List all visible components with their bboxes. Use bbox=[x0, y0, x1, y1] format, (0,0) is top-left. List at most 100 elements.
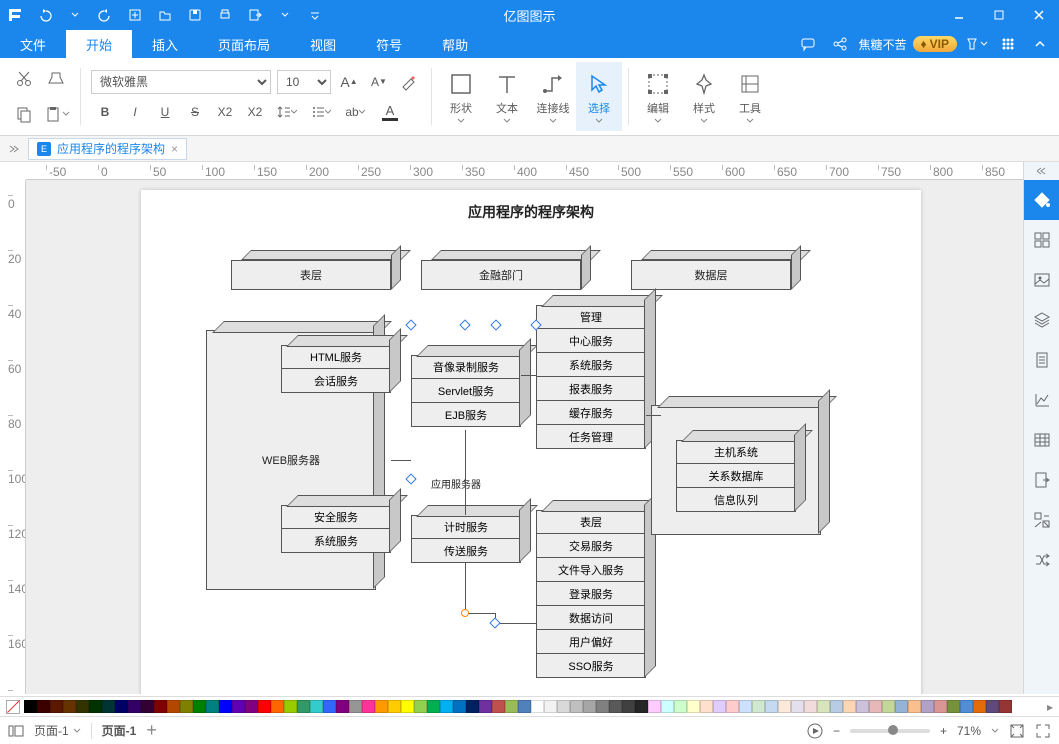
vip-badge[interactable]: ♦VIP bbox=[913, 36, 957, 52]
stack-web-1[interactable]: HTML服务 会话服务 bbox=[281, 345, 391, 393]
increase-font-button[interactable]: A▲ bbox=[337, 70, 361, 94]
nofill-swatch[interactable] bbox=[6, 700, 20, 714]
qat-customize[interactable] bbox=[300, 0, 330, 30]
color-swatch[interactable] bbox=[531, 700, 544, 713]
line-spacing-button[interactable] bbox=[271, 100, 303, 124]
save-button[interactable] bbox=[180, 0, 210, 30]
share-icon[interactable] bbox=[827, 31, 853, 57]
stack-host[interactable]: 主机系统 关系数据库 信息队列 bbox=[676, 440, 796, 512]
subscript-button[interactable]: X2 bbox=[241, 100, 269, 124]
color-swatch[interactable] bbox=[323, 700, 336, 713]
color-swatch[interactable] bbox=[726, 700, 739, 713]
format-painter-button[interactable] bbox=[44, 67, 70, 91]
color-swatch[interactable] bbox=[843, 700, 856, 713]
color-swatch[interactable] bbox=[37, 700, 50, 713]
color-swatch[interactable] bbox=[63, 700, 76, 713]
color-swatch[interactable] bbox=[258, 700, 271, 713]
color-swatch[interactable] bbox=[167, 700, 180, 713]
canvas[interactable]: 应用程序的程序架构 表层 金融部门 数据层 WEB服务器 HTML服务 会话服务… bbox=[26, 180, 1023, 694]
palette-more[interactable]: ▸ bbox=[1047, 700, 1053, 714]
panel-page-icon[interactable] bbox=[1024, 340, 1059, 380]
italic-button[interactable]: I bbox=[121, 100, 149, 124]
color-swatch[interactable] bbox=[557, 700, 570, 713]
color-swatch[interactable] bbox=[206, 700, 219, 713]
cut-button[interactable] bbox=[12, 67, 36, 91]
export-button[interactable] bbox=[240, 0, 270, 30]
color-swatch[interactable] bbox=[115, 700, 128, 713]
page-thumbnails-button[interactable] bbox=[8, 724, 24, 738]
color-swatch[interactable] bbox=[648, 700, 661, 713]
collapse-ribbon-icon[interactable] bbox=[1027, 31, 1053, 57]
color-swatch[interactable] bbox=[570, 700, 583, 713]
color-swatch[interactable] bbox=[440, 700, 453, 713]
color-swatch[interactable] bbox=[466, 700, 479, 713]
zoom-out-button[interactable]: − bbox=[833, 724, 840, 738]
color-swatch[interactable] bbox=[388, 700, 401, 713]
color-swatch[interactable] bbox=[921, 700, 934, 713]
color-swatch[interactable] bbox=[960, 700, 973, 713]
connector-button[interactable]: 连接线 bbox=[530, 62, 576, 131]
right-panel-collapse[interactable] bbox=[1024, 162, 1059, 180]
stack-web-2[interactable]: 安全服务 系统服务 bbox=[281, 505, 391, 553]
export-dropdown[interactable] bbox=[270, 0, 300, 30]
edit-button[interactable]: 编辑 bbox=[635, 62, 681, 131]
copy-button[interactable] bbox=[12, 102, 36, 126]
document-tab[interactable]: E 应用程序的程序架构 × bbox=[28, 138, 187, 160]
decrease-font-button[interactable]: A▼ bbox=[367, 70, 391, 94]
font-family-select[interactable]: 微软雅黑 bbox=[91, 70, 271, 94]
color-swatch[interactable] bbox=[479, 700, 492, 713]
color-swatch[interactable] bbox=[518, 700, 531, 713]
color-swatch[interactable] bbox=[869, 700, 882, 713]
color-swatch[interactable] bbox=[219, 700, 232, 713]
color-swatch[interactable] bbox=[375, 700, 388, 713]
color-swatch[interactable] bbox=[284, 700, 297, 713]
color-swatch[interactable] bbox=[89, 700, 102, 713]
panel-table-icon[interactable] bbox=[1024, 420, 1059, 460]
bold-button[interactable]: B bbox=[91, 100, 119, 124]
color-swatch[interactable] bbox=[908, 700, 921, 713]
style-button[interactable]: 样式 bbox=[681, 62, 727, 131]
panel-history-icon[interactable] bbox=[1024, 500, 1059, 540]
box-data[interactable]: 数据层 bbox=[631, 250, 801, 290]
panel-image-icon[interactable] bbox=[1024, 260, 1059, 300]
text-button[interactable]: 文本 bbox=[484, 62, 530, 131]
fullscreen-button[interactable] bbox=[1035, 723, 1051, 739]
color-swatch[interactable] bbox=[752, 700, 765, 713]
color-swatch[interactable] bbox=[180, 700, 193, 713]
theme-icon[interactable] bbox=[963, 31, 989, 57]
clear-format-button[interactable] bbox=[397, 70, 421, 94]
color-swatch[interactable] bbox=[193, 700, 206, 713]
color-swatch[interactable] bbox=[635, 700, 648, 713]
color-swatch[interactable] bbox=[830, 700, 843, 713]
new-button[interactable] bbox=[120, 0, 150, 30]
color-swatch[interactable] bbox=[596, 700, 609, 713]
color-swatch[interactable] bbox=[999, 700, 1012, 713]
zoom-slider[interactable] bbox=[850, 729, 930, 733]
tools-button[interactable]: 工具 bbox=[727, 62, 773, 131]
apps-icon[interactable] bbox=[995, 31, 1021, 57]
maximize-button[interactable] bbox=[979, 0, 1019, 30]
tab-file[interactable]: 文件 bbox=[0, 30, 66, 58]
color-swatch[interactable] bbox=[778, 700, 791, 713]
color-swatch[interactable] bbox=[50, 700, 63, 713]
add-page-button[interactable]: + bbox=[146, 720, 157, 741]
color-swatch[interactable] bbox=[739, 700, 752, 713]
color-swatch[interactable] bbox=[856, 700, 869, 713]
color-swatch[interactable] bbox=[401, 700, 414, 713]
color-swatch[interactable] bbox=[427, 700, 440, 713]
color-swatch[interactable] bbox=[583, 700, 596, 713]
color-swatch[interactable] bbox=[895, 700, 908, 713]
panel-layers-icon[interactable] bbox=[1024, 300, 1059, 340]
undo-button[interactable] bbox=[30, 0, 60, 30]
page[interactable]: 应用程序的程序架构 表层 金融部门 数据层 WEB服务器 HTML服务 会话服务… bbox=[141, 190, 921, 694]
superscript-button[interactable]: X2 bbox=[211, 100, 239, 124]
color-swatch[interactable] bbox=[232, 700, 245, 713]
fit-page-button[interactable] bbox=[1009, 723, 1025, 739]
bullet-list-button[interactable] bbox=[305, 100, 337, 124]
panel-shapes-icon[interactable] bbox=[1024, 220, 1059, 260]
user-name[interactable]: 焦糖不苦 bbox=[859, 36, 907, 53]
redo-button[interactable] bbox=[90, 0, 120, 30]
panel-random-icon[interactable] bbox=[1024, 540, 1059, 580]
color-swatch[interactable] bbox=[310, 700, 323, 713]
color-swatch[interactable] bbox=[791, 700, 804, 713]
